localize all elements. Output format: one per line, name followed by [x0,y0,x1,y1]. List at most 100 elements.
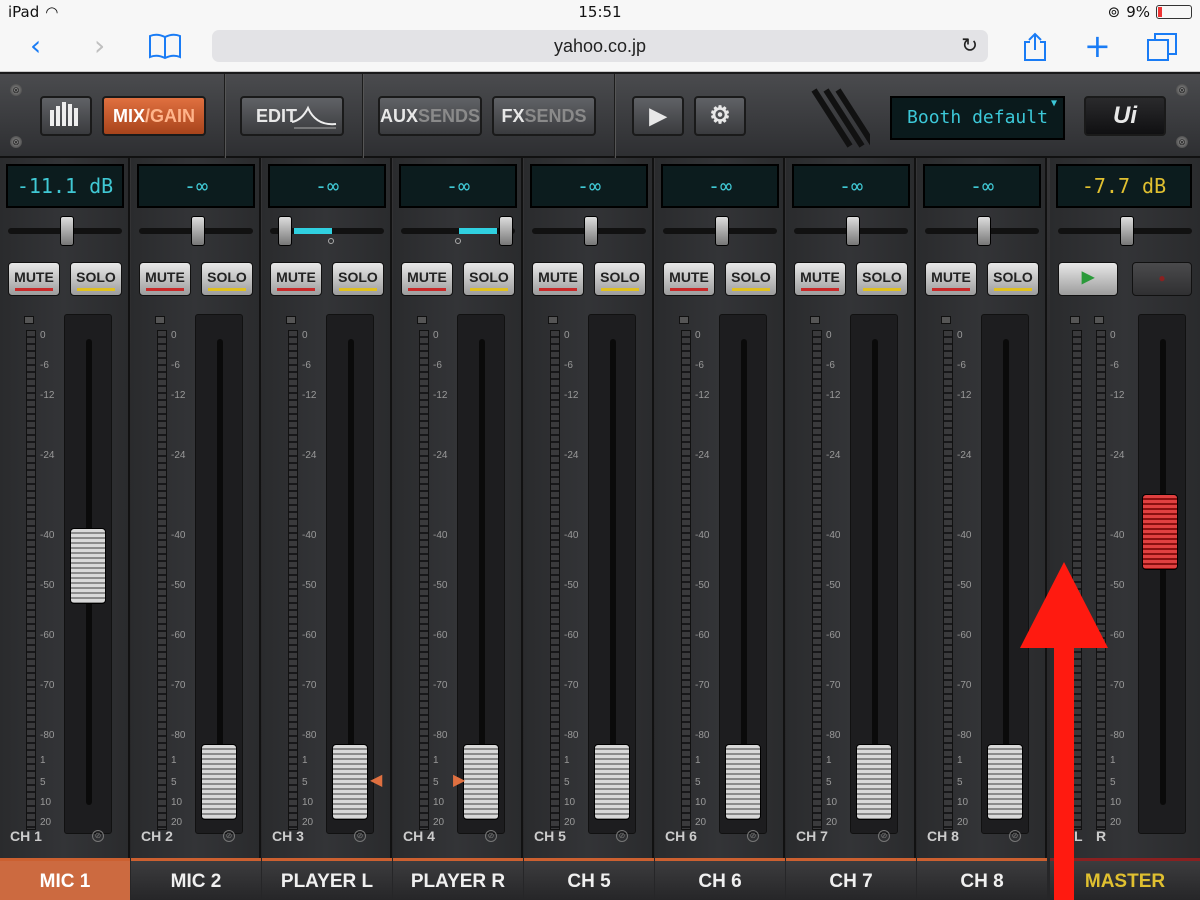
pan-slider[interactable] [401,216,515,246]
pan-knob[interactable] [278,216,292,246]
pan-knob[interactable] [715,216,729,246]
fx-sends-button[interactable]: FXSENDS [492,96,596,136]
fader-knob[interactable] [201,744,237,820]
bookmarks-icon[interactable] [148,32,182,68]
gain-display[interactable]: -∞ [399,164,517,208]
mute-button[interactable]: MUTE [270,262,322,296]
meters-view-button[interactable] [40,96,92,136]
link-icon[interactable]: ⊘ [92,830,104,842]
mixer-toolbar: ⊗ ⊗ ⊗ ⊗ MIX/GAIN EDIT AUXSENDS FXSENDS ▶… [0,74,1200,158]
tabs-icon[interactable] [1146,32,1178,67]
link-icon[interactable]: ⊘ [223,830,235,842]
fader-knob[interactable] [463,744,499,820]
fader-knob[interactable] [856,744,892,820]
pan-knob[interactable] [191,216,205,246]
channel-number: CH 3 [272,828,304,844]
pan-slider[interactable] [270,216,384,246]
mix-gain-button[interactable]: MIX/GAIN [102,96,206,136]
mute-button[interactable]: MUTE [401,262,453,296]
channel-name-tab[interactable]: PLAYER L [262,858,392,900]
address-bar[interactable]: yahoo.co.jp ↻ [212,30,988,62]
edit-button[interactable]: EDIT [240,96,344,136]
scale-label: -80 [302,730,317,741]
pan-slider[interactable] [532,216,646,246]
scale-label: 0 [957,330,963,341]
solo-button[interactable]: SOLO [332,262,384,296]
playback-button[interactable]: ▶ [1058,262,1118,296]
link-icon[interactable]: ⊘ [747,830,759,842]
scale-label: -50 [564,580,579,591]
master-gain-display[interactable]: -7.7 dB [1056,164,1192,208]
solo-button[interactable]: SOLO [201,262,253,296]
scale-label: 5 [171,777,177,788]
new-tab-icon[interactable]: + [1084,30,1111,62]
pan-slider[interactable] [925,216,1039,246]
gain-display[interactable]: -∞ [792,164,910,208]
balance-knob[interactable] [1120,216,1134,246]
solo-button[interactable]: SOLO [463,262,515,296]
mute-button[interactable]: MUTE [8,262,60,296]
channel-name-tab[interactable]: CH 5 [524,858,654,900]
master-fader-track[interactable] [1138,314,1186,834]
channel-name-tab[interactable]: CH 6 [655,858,785,900]
link-icon[interactable]: ⊘ [878,830,890,842]
scale-label: 0 [171,330,177,341]
fader-knob[interactable] [70,528,106,604]
pan-slider[interactable] [794,216,908,246]
solo-button[interactable]: SOLO [594,262,646,296]
pan-slider[interactable] [8,216,122,246]
mute-label: MUTE [407,269,447,285]
pan-knob[interactable] [60,216,74,246]
scale-label: 20 [826,817,838,828]
back-button[interactable]: ‹ [30,32,41,60]
solo-button[interactable]: SOLO [987,262,1039,296]
preset-display[interactable]: Booth default ▼ [890,96,1065,140]
ui-logo-button[interactable]: Ui [1084,96,1166,136]
pan-knob[interactable] [584,216,598,246]
channel-name-tab[interactable]: MIC 1 [0,858,130,900]
gain-display[interactable]: -∞ [923,164,1041,208]
gain-display[interactable]: -∞ [268,164,386,208]
fader-knob[interactable] [332,744,368,820]
pan-knob[interactable] [977,216,991,246]
scale-label: -60 [302,630,317,641]
channel-strip: -∞ MUTE SOLO 0 -6 -12 -24 -40 -50 -60 -70 -80 1 5 1… [786,158,916,900]
solo-button[interactable]: SOLO [856,262,908,296]
solo-button[interactable]: SOLO [70,262,122,296]
channel-name-tab[interactable]: PLAYER R [393,858,523,900]
mute-button[interactable]: MUTE [532,262,584,296]
solo-button[interactable]: SOLO [725,262,777,296]
share-icon[interactable] [1022,32,1048,67]
link-icon[interactable]: ⊘ [616,830,628,842]
pan-slider[interactable] [663,216,777,246]
fader-knob[interactable] [594,744,630,820]
link-icon[interactable]: ⊘ [485,830,497,842]
fader-knob[interactable] [987,744,1023,820]
pan-slider[interactable] [139,216,253,246]
channel-name-tab[interactable]: MIC 2 [131,858,261,900]
pan-knob[interactable] [846,216,860,246]
link-icon[interactable]: ⊘ [354,830,366,842]
mute-button[interactable]: MUTE [794,262,846,296]
reload-icon[interactable]: ↻ [961,30,978,62]
aux-sends-button[interactable]: AUXSENDS [378,96,482,136]
gain-display[interactable]: -∞ [661,164,779,208]
gain-display[interactable]: -∞ [530,164,648,208]
settings-button[interactable]: ⚙ [694,96,746,136]
play-button[interactable]: ▶ [632,96,684,136]
master-fader-knob[interactable] [1142,494,1178,570]
record-button[interactable]: ● [1132,262,1192,296]
mute-button[interactable]: MUTE [925,262,977,296]
fader-knob[interactable] [725,744,761,820]
gain-display[interactable]: -∞ [137,164,255,208]
forward-button[interactable]: › [94,32,105,60]
mute-button[interactable]: MUTE [139,262,191,296]
channel-name-tab[interactable]: CH 7 [786,858,916,900]
mute-button[interactable]: MUTE [663,262,715,296]
db-scale: 0 -6 -12 -24 -40 -50 -60 -70 -80 1 5 10 20 [1110,330,1136,830]
master-balance-slider[interactable] [1058,216,1192,246]
stereo-link-marker: ▶ [453,772,466,789]
pan-knob[interactable] [499,216,513,246]
gain-display[interactable]: -11.1 dB [6,164,124,208]
clip-led [24,316,34,324]
